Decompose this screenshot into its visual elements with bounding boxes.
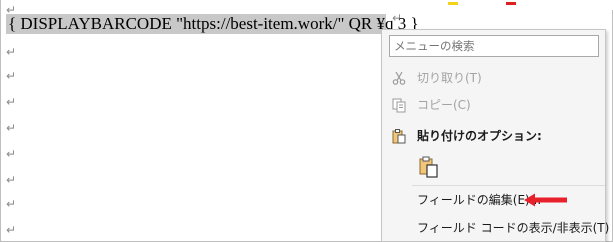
menu-item-copy[interactable]: コピー(C) [382, 93, 605, 117]
menu-item-label: 貼り付けのオプション: [417, 129, 542, 143]
paragraph-mark: ↵ [6, 69, 17, 83]
clipboard-icon [391, 128, 407, 144]
context-menu: 切り取り(T) コピー(C) 貼り付けのオプション: [381, 29, 609, 242]
menu-item-label: フィールド コードの表示/非表示(T) [417, 221, 610, 235]
highlight-color-swatch [448, 2, 458, 5]
paste-keep-text-only-icon[interactable] [419, 156, 439, 178]
menu-item-label: 切り取り(T) [417, 71, 482, 85]
field-code-text[interactable]: { DISPLAYBARCODE "https://best-item.work… [6, 14, 419, 34]
menu-item-label: コピー(C) [417, 98, 471, 112]
paragraph-mark: ↵ [6, 173, 17, 187]
menu-item-label: フィールドの編集(E)... [417, 193, 542, 207]
copy-icon [391, 97, 407, 113]
menu-search-input[interactable] [389, 35, 599, 57]
menu-separator [412, 185, 605, 186]
menu-item-cut[interactable]: 切り取り(T) [382, 66, 605, 90]
font-color-swatch [506, 2, 516, 5]
mini-toolbar-strip: ↵ [392, 0, 613, 24]
paragraph-mark: ↵ [6, 45, 17, 59]
paragraph-mark: ↵ [6, 223, 17, 237]
paragraph-mark: ↵ [6, 121, 17, 135]
paragraph-mark: ↵ [392, 11, 403, 25]
paragraph-mark: ↵ [6, 3, 17, 17]
left-arrow-icon [524, 192, 568, 207]
menu-item-toggle-field-codes[interactable]: フィールド コードの表示/非表示(T) [382, 216, 609, 240]
paragraph-mark: ↵ [6, 197, 17, 211]
paragraph-mark: ↵ [6, 95, 17, 109]
scissors-icon [391, 70, 407, 86]
menu-item-edit-field[interactable]: フィールドの編集(E)... [382, 188, 605, 212]
menu-item-paste-options: 貼り付けのオプション: [382, 124, 605, 148]
paragraph-mark: ↵ [6, 147, 17, 161]
